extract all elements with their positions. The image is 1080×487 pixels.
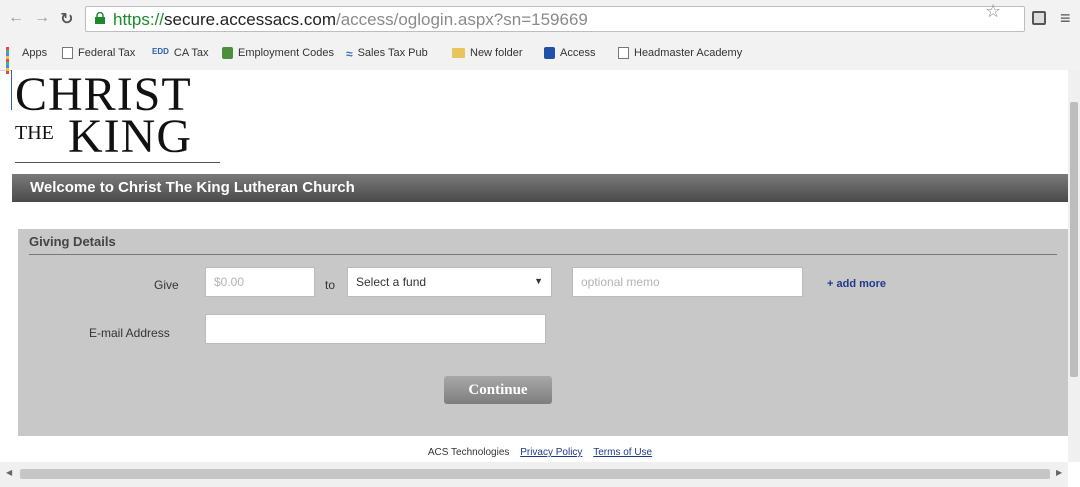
giving-details-panel: Giving Details Give to Select a fund ▼ +… (18, 229, 1068, 436)
privacy-policy-link[interactable]: Privacy Policy (520, 447, 582, 458)
email-label: E-mail Address (89, 326, 170, 340)
forward-arrow-icon[interactable]: → (34, 9, 50, 27)
scroll-right-arrow-icon[interactable]: ▶ (1056, 468, 1062, 477)
footer-company: ACS Technologies (427, 447, 510, 458)
logo-line2-big: KING (68, 110, 192, 163)
section-divider (29, 254, 1057, 255)
employment-icon (222, 47, 233, 59)
bookmark-headmaster-academy[interactable]: Headmaster Academy (618, 47, 742, 59)
bookmark-access[interactable]: Access (544, 47, 595, 59)
bookmark-employment-codes[interactable]: Employment Codes (222, 47, 334, 59)
bookmark-label: Sales Tax Pub (357, 47, 428, 59)
browser-toolbar: ← → ↻ https://secure.accessacs.com/acces… (0, 0, 1080, 37)
amount-input[interactable] (205, 267, 315, 297)
fund-select[interactable]: Select a fund ▼ (347, 267, 552, 297)
edd-icon: EDD (152, 47, 169, 56)
section-title: Giving Details (29, 234, 116, 249)
vertical-scroll-thumb[interactable] (1070, 102, 1078, 377)
add-more-link[interactable]: + add more (827, 278, 886, 290)
bookmark-label: Apps (22, 47, 48, 59)
menu-icon[interactable]: ≡ (1060, 8, 1071, 29)
welcome-title: Welcome to Christ The King Lutheran Chur… (30, 179, 355, 196)
back-arrow-icon[interactable]: ← (8, 9, 24, 27)
lock-icon (95, 12, 105, 24)
bookmark-apps[interactable]: Apps (6, 47, 48, 74)
bookmarks-bar: Apps Federal Tax EDD CA Tax Employment C… (0, 37, 1080, 74)
bookmark-federal-tax[interactable]: Federal Tax (62, 47, 135, 59)
bookmark-new-folder[interactable]: New folder (452, 47, 523, 59)
extension-icon[interactable] (1032, 11, 1046, 25)
bookmark-star-icon[interactable]: ☆ (985, 1, 1001, 22)
address-bar[interactable]: https://secure.accessacs.com/access/oglo… (85, 6, 1025, 32)
bookmark-label: Headmaster Academy (634, 47, 743, 59)
terms-of-use-link[interactable]: Terms of Use (593, 447, 652, 458)
bookmark-label: CA Tax (173, 47, 209, 59)
scroll-left-arrow-icon[interactable]: ◀ (6, 468, 12, 477)
fund-select-value: Select a fund (356, 275, 427, 289)
horizontal-scroll-thumb[interactable] (20, 469, 1050, 479)
horizontal-scrollbar[interactable]: ◀ ▶ (0, 462, 1068, 487)
page-icon (62, 47, 73, 59)
email-input[interactable] (205, 314, 546, 344)
web-page: CHRIST THE KING Welcome to Christ The Ki… (12, 70, 1068, 477)
reload-icon[interactable]: ↻ (60, 9, 73, 29)
access-icon (544, 47, 555, 59)
bookmark-ca-tax[interactable]: EDD CA Tax (152, 47, 209, 59)
url-text: https://secure.accessacs.com/access/oglo… (113, 10, 588, 29)
page-icon (618, 47, 629, 59)
logo-rule (15, 162, 220, 163)
memo-input[interactable] (572, 267, 803, 297)
continue-button[interactable]: Continue (444, 376, 552, 404)
logo-line2-small: THE (15, 122, 54, 144)
apps-grid-icon (6, 47, 17, 74)
chevron-down-icon: ▼ (534, 276, 543, 286)
folder-icon (452, 48, 465, 58)
sales-tax-icon: ≈ (346, 47, 353, 61)
to-label: to (325, 278, 336, 292)
bookmark-sales-tax-pub[interactable]: ≈ Sales Tax Pub (346, 47, 428, 61)
vertical-scrollbar[interactable] (1068, 70, 1080, 462)
bookmark-label: Federal Tax (78, 47, 136, 59)
bookmark-label: New folder (470, 47, 523, 59)
bookmark-label: Employment Codes (238, 47, 334, 59)
welcome-banner: Welcome to Christ The King Lutheran Chur… (12, 174, 1068, 202)
bookmark-label: Access (560, 47, 596, 59)
footer: ACS Technologies Privacy Policy Terms of… (12, 447, 1068, 458)
give-label: Give (154, 278, 179, 292)
